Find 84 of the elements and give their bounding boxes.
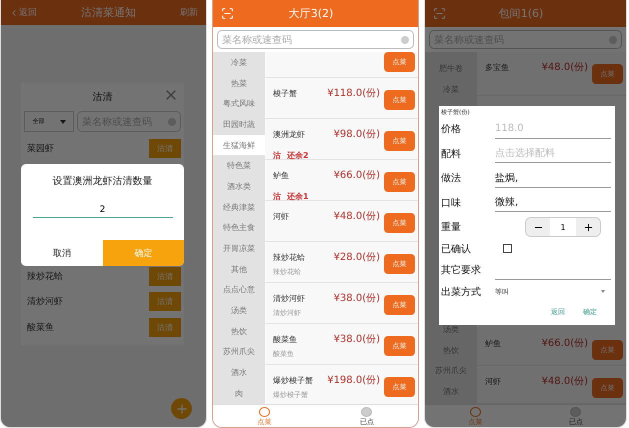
sold-out-button[interactable]: 沽清 (149, 266, 181, 286)
dialog-title: 设置澳洲龙虾沽清数量 (52, 174, 152, 188)
dish-name: 清炒河虾 (273, 293, 305, 304)
dish-price: ¥38.0(份) (334, 292, 380, 305)
dish-price: ¥66.0(份) (542, 337, 588, 350)
category-item[interactable]: 酒水类 (213, 176, 265, 197)
category-item[interactable]: 开胃凉菜 (213, 238, 265, 259)
tab-icon (361, 407, 372, 417)
scan-icon[interactable] (221, 7, 234, 20)
field-label: 其它要求 (441, 264, 482, 278)
refresh-button[interactable]: 刷新 (180, 6, 198, 19)
sold-out-tag: 沽 (273, 150, 281, 161)
sold-out-tag: 沽 (273, 191, 281, 202)
category-item[interactable]: 生猛海鲜 (213, 134, 265, 156)
dish-price: ¥66.0(份) (334, 169, 380, 182)
dish-price: ¥198.0(份) (327, 374, 380, 387)
field-label: 做法 (441, 172, 462, 186)
dish-name: 鲈鱼 (485, 338, 501, 349)
category-item[interactable]: 热饮 (213, 320, 265, 342)
tab-icon (258, 407, 270, 417)
panel-title: 沽清 (92, 90, 112, 104)
field-label: 口味 (441, 196, 462, 210)
screen-title: 沽清菜通知 (81, 5, 136, 20)
dish-name: 清炒河虾 (27, 296, 63, 308)
dish-price: ¥118.0(份) (327, 87, 380, 100)
category-item[interactable]: 冷菜 (213, 52, 265, 73)
category-item[interactable]: 粤式风味 (213, 93, 265, 114)
dish-name: 梭子蟹 (273, 88, 297, 99)
dish-price: ¥98.0(份) (334, 128, 380, 141)
dish-name: 辣炒花蛤 (273, 252, 305, 263)
category-item[interactable]: 田园时蔬 (213, 114, 265, 135)
category-item[interactable]: 特色菜 (213, 155, 265, 176)
dish-price: ¥48.0(份) (334, 210, 380, 223)
plus-icon (174, 402, 188, 416)
dish-name: 河虾 (485, 376, 501, 387)
screen-title: 包间1(6) (498, 6, 544, 21)
dish-price: ¥38.0(份) (334, 333, 380, 346)
tab-icon (570, 407, 582, 417)
dish-name: 酸菜鱼 (273, 334, 297, 345)
field-label: 配料 (441, 148, 462, 161)
back-button[interactable]: 返回 (9, 6, 37, 19)
field-label: 已确认 (441, 242, 472, 256)
quantity-stepper[interactable]: 1 (525, 217, 601, 238)
remaining-count: 还余1 (287, 191, 309, 202)
text-field[interactable]: 微辣, (495, 193, 611, 212)
confirm-button[interactable]: 确定 (102, 240, 184, 266)
sold-out-button[interactable]: 沽清 (149, 292, 181, 312)
dish-name: 辣炒花蛤 (27, 270, 63, 283)
category-item[interactable]: 经典津菜 (213, 196, 265, 218)
clear-icon[interactable] (401, 36, 409, 44)
category-item[interactable]: 点点心意 (213, 280, 265, 300)
field-label: 出菜方式 (441, 286, 482, 299)
dish-name: 多宝鱼 (485, 62, 509, 73)
dish-price: ¥48.0(份) (542, 375, 588, 388)
text-field[interactable]: 盐焗, (495, 168, 611, 188)
sold-out-button[interactable]: 沽清 (149, 318, 181, 337)
tab-icon (470, 407, 481, 417)
category-item[interactable]: 苏州爪尖 (213, 342, 265, 362)
dish-name: 菜园虾 (27, 142, 54, 156)
dish-name: 河虾 (273, 211, 289, 222)
dish-name: 澳洲龙虾 (273, 129, 305, 140)
category-item[interactable]: 其他 (213, 258, 265, 280)
category-item[interactable]: 特色主食 (213, 218, 265, 238)
screen-title: 大厅3(2) (288, 6, 334, 21)
field-label: 重量 (441, 220, 462, 234)
category-item[interactable]: 热菜 (213, 72, 265, 94)
sold-out-button[interactable]: 沽清 (149, 139, 181, 158)
text-field[interactable]: 118.0 (495, 120, 611, 139)
add-button[interactable] (171, 398, 192, 419)
dish-price: ¥48.0(份) (542, 61, 588, 74)
scan-icon[interactable] (433, 7, 446, 20)
dish-price: ¥28.0(份) (334, 251, 380, 264)
dish-name: 酸菜鱼 (27, 322, 54, 334)
category-item[interactable]: 酒水 (213, 362, 265, 383)
category-item[interactable]: 肉 (213, 383, 265, 404)
checkbox[interactable] (503, 244, 512, 254)
category-item[interactable]: 汤类 (213, 300, 265, 321)
text-field[interactable]: 点击选择配料 (495, 144, 611, 164)
dish-name: 鲈鱼 (273, 170, 289, 181)
search-field[interactable]: 菜名称或速查码 (217, 30, 414, 49)
quantity-input[interactable]: 2 (32, 205, 172, 218)
remaining-count: 还余2 (287, 150, 309, 161)
field-label: 价格 (441, 122, 462, 136)
dish-name: 爆炒梭子蟹 (273, 375, 313, 386)
